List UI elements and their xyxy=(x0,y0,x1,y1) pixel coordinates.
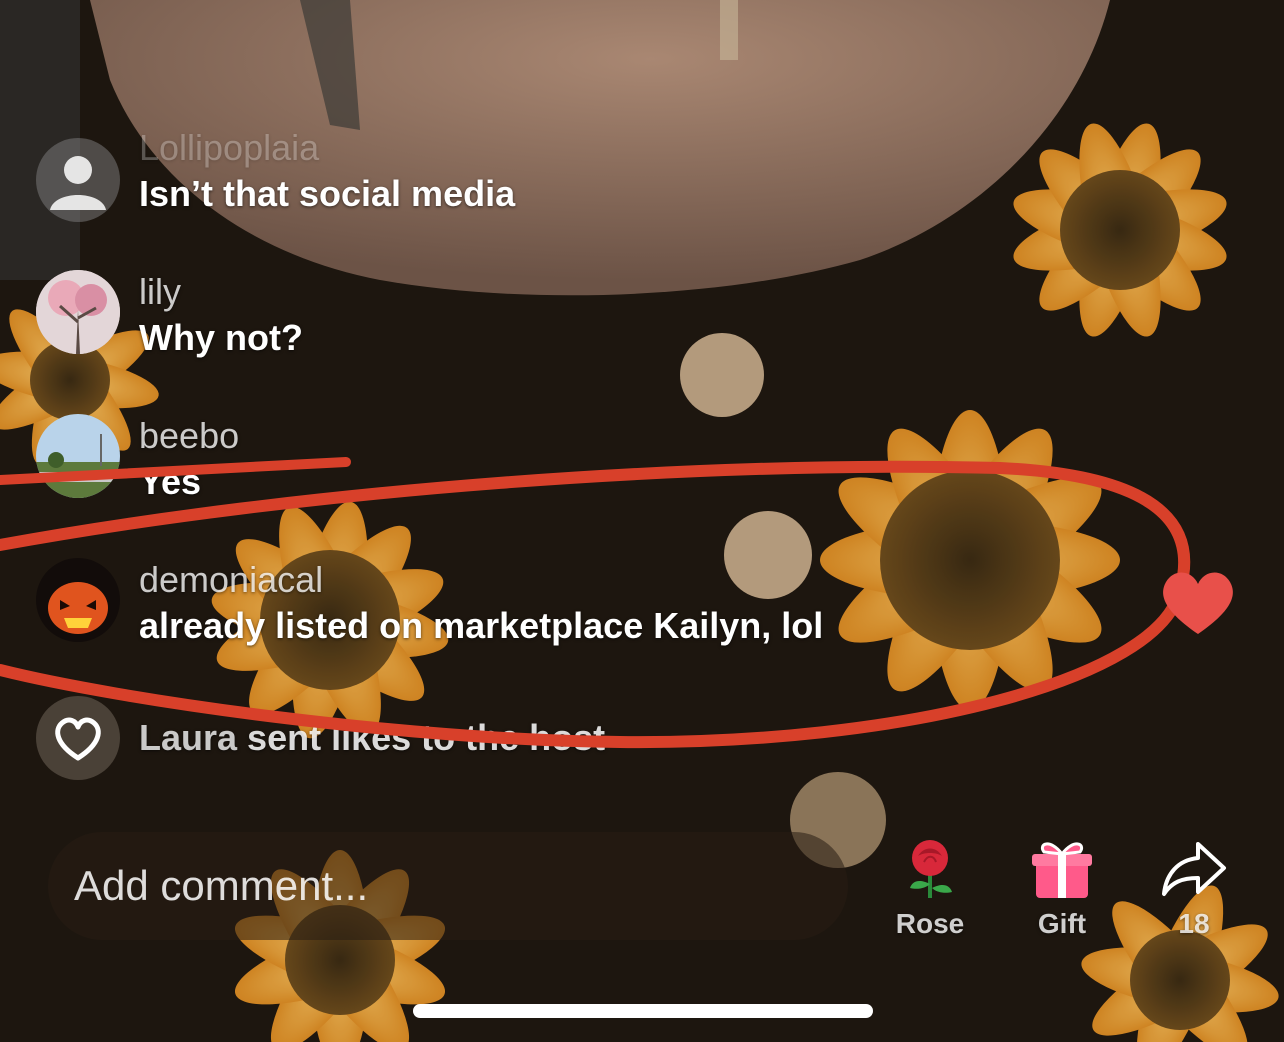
avatar[interactable] xyxy=(36,270,120,354)
avatar[interactable] xyxy=(36,414,120,498)
likes-notice: Laura sent likes to the host xyxy=(36,696,605,780)
home-indicator[interactable] xyxy=(413,1004,873,1018)
comment-username[interactable]: lily xyxy=(139,270,303,314)
share-button[interactable]: 18 xyxy=(1134,832,1254,940)
gift-button[interactable]: Gift xyxy=(1002,832,1122,940)
comment-username[interactable]: demoniacal xyxy=(139,558,823,602)
gift-label: Gift xyxy=(1037,908,1087,939)
floating-heart-icon xyxy=(1156,566,1240,641)
comment-input[interactable] xyxy=(72,861,848,911)
likes-text: sent likes to the host xyxy=(237,717,606,758)
rose-icon xyxy=(870,832,990,904)
comment-message: Yes xyxy=(139,461,202,502)
default-avatar-icon[interactable] xyxy=(36,138,120,222)
comment-message: Why not? xyxy=(139,317,303,358)
comment-username[interactable]: beebo xyxy=(139,414,239,458)
share-count: 18 xyxy=(1178,908,1210,939)
comment-message: Isn’t that social media xyxy=(139,173,516,214)
comment-item[interactable]: lily Why not? xyxy=(36,270,303,360)
rose-button[interactable]: Rose xyxy=(870,832,990,940)
avatar[interactable] xyxy=(36,558,120,642)
gift-icon xyxy=(1002,832,1122,904)
comment-message: already listed on marketplace Kailyn, lo… xyxy=(139,605,824,646)
heart-icon xyxy=(36,696,120,780)
comment-item[interactable]: demoniacal already listed on marketplace… xyxy=(36,558,823,648)
rose-label: Rose xyxy=(895,908,965,939)
comment-item[interactable]: beebo Yes xyxy=(36,414,239,504)
comment-input-bar[interactable] xyxy=(48,832,848,940)
likes-username: Laura xyxy=(139,717,238,758)
comment-item[interactable]: Lollipoplaia Isn’t that social media xyxy=(36,127,516,222)
comment-username[interactable]: Lollipoplaia xyxy=(139,126,515,170)
share-icon xyxy=(1134,832,1254,904)
